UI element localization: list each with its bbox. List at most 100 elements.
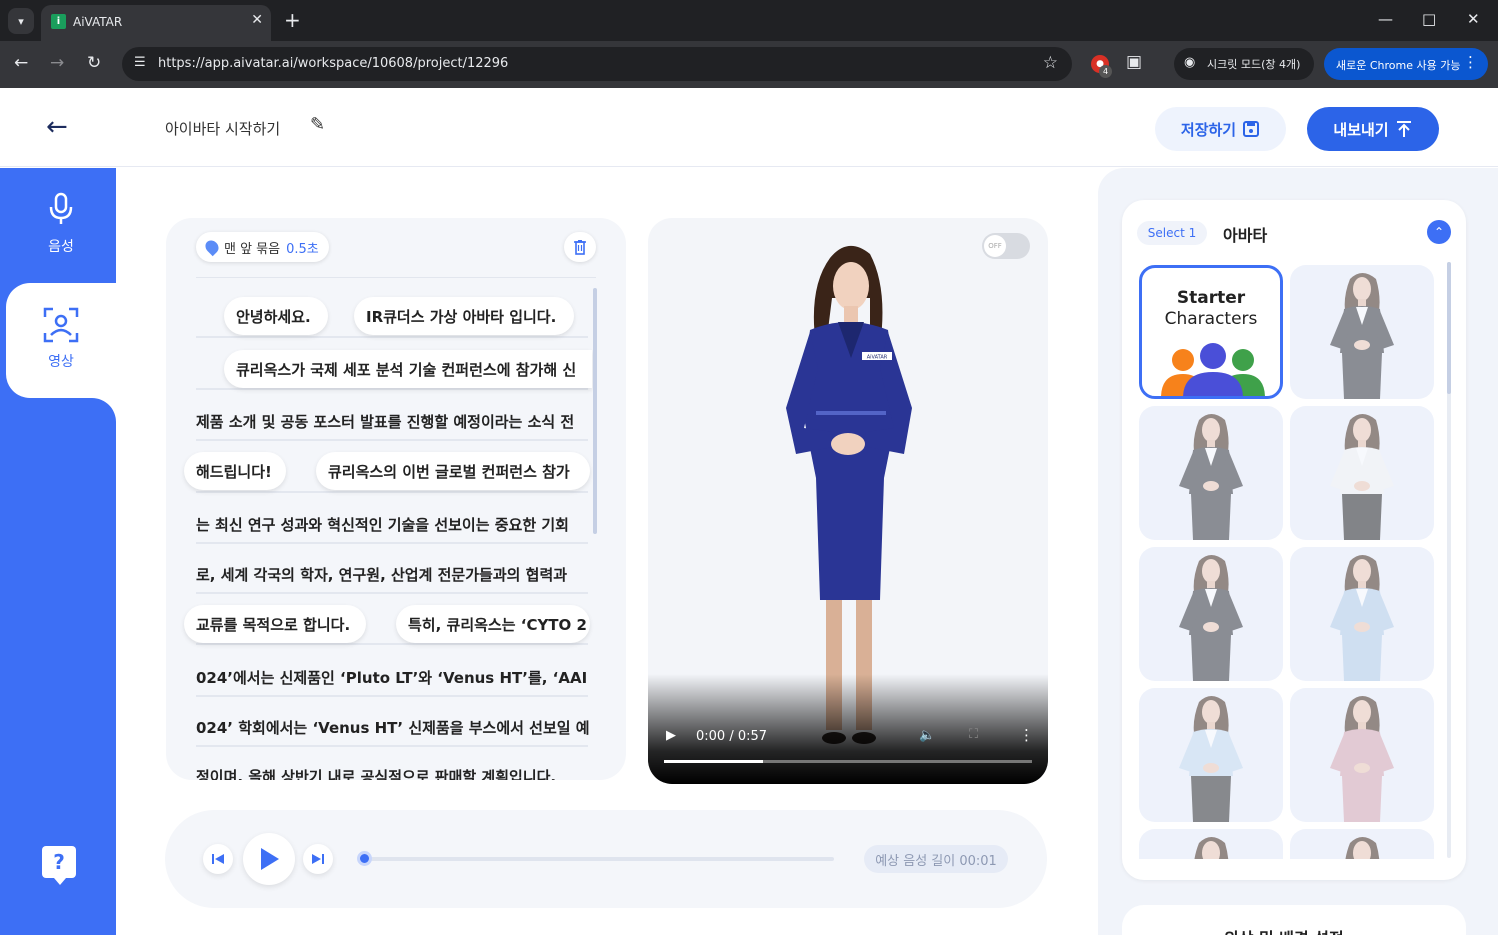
- script-sentence-text[interactable]: 는 최신 연구 성과와 혁신적인 기술을 선보이는 중요한 기회: [196, 514, 590, 535]
- avatar-option[interactable]: [1290, 547, 1434, 681]
- back-arrow-icon[interactable]: ←: [46, 112, 68, 142]
- microphone-icon: [0, 192, 122, 235]
- extension-badge: 4: [1099, 65, 1112, 78]
- estimated-duration-badge: 예상 음성 길이 00:01: [864, 845, 1008, 873]
- pause-marker-icon: [202, 237, 222, 257]
- forward-nav-icon[interactable]: →: [50, 53, 64, 73]
- skip-back-button[interactable]: [203, 844, 233, 874]
- script-sentence[interactable]: 교류를 목적으로 합니다.: [184, 605, 366, 643]
- rail-notch: [6, 398, 116, 428]
- script-sentence[interactable]: 큐리옥스의 이번 글로벌 컨퍼런스 참가: [316, 452, 590, 490]
- sidebar-item-label: 영상: [48, 354, 74, 370]
- avatar-option[interactable]: [1139, 688, 1283, 822]
- skip-back-icon: [212, 854, 224, 864]
- starter-characters-tile[interactable]: Starter Characters: [1139, 265, 1283, 399]
- avatar-figure: [1330, 273, 1394, 399]
- avatar-figure: [1179, 555, 1243, 681]
- script-sentence-text[interactable]: 정이며, 올해 상반기 내로 공식적으로 판매할 계획입니다.: [196, 766, 590, 780]
- sidebar-item-video[interactable]: 영상: [6, 283, 116, 398]
- left-sidebar: 음성 영상: [0, 168, 116, 935]
- outfit-background-card: 의상 및 배경 설정: [1122, 905, 1466, 935]
- scroll-thumb[interactable]: [1447, 262, 1451, 394]
- window-close-icon[interactable]: ✕: [1467, 10, 1480, 28]
- script-sentence-text[interactable]: 024’에서는 신제품인 ‘Pluto LT’와 ‘Venus HT’를, ‘A…: [196, 667, 590, 688]
- chevron-up-icon[interactable]: ⌃: [1427, 220, 1451, 244]
- incognito-indicator[interactable]: ◉ 시크릿 모드(창 4개): [1174, 48, 1314, 80]
- edit-pencil-icon[interactable]: ✎: [310, 114, 325, 135]
- people-group-icon: [1161, 343, 1265, 396]
- script-sentence[interactable]: 해드립니다!: [184, 452, 286, 490]
- new-tab-icon[interactable]: +: [284, 8, 301, 32]
- avatar-figure: [1179, 414, 1243, 540]
- video-time: 0:00 / 0:57: [696, 729, 768, 744]
- chrome-update-button[interactable]: 새로운 Chrome 사용 가능 ⋮: [1324, 48, 1488, 80]
- avatar-option[interactable]: [1290, 265, 1434, 399]
- trash-icon: [574, 240, 586, 255]
- browser-tab[interactable]: i AiVATAR ✕: [41, 5, 271, 41]
- tab-close-icon[interactable]: ✕: [251, 12, 263, 28]
- video-progress-fill: [664, 760, 764, 763]
- fullscreen-icon[interactable]: ⛶: [969, 727, 978, 742]
- avatar-option[interactable]: [1139, 406, 1283, 540]
- avatar-option[interactable]: [1290, 406, 1434, 540]
- aivatar-favicon-icon: i: [51, 14, 66, 29]
- video-play-icon[interactable]: ▶: [666, 728, 676, 743]
- avatar-figure: [1179, 696, 1243, 822]
- delete-trash-button[interactable]: [564, 232, 596, 262]
- video-progress-bar[interactable]: [664, 760, 1032, 763]
- script-sentence[interactable]: 안녕하세요.: [224, 297, 328, 335]
- project-title[interactable]: 아이바타 시작하기: [165, 118, 280, 139]
- floppy-icon: [1243, 121, 1260, 137]
- extensions-puzzle-icon[interactable]: ▣: [1126, 52, 1142, 72]
- video-more-icon[interactable]: ⋮: [1019, 726, 1034, 744]
- pause-label: 맨 앞 묶음: [224, 241, 281, 257]
- avatar-figure: [1330, 414, 1394, 540]
- volume-icon[interactable]: 🔈: [919, 728, 935, 743]
- video-toggle-switch[interactable]: OFF: [982, 233, 1030, 259]
- avatar-option[interactable]: [1139, 547, 1283, 681]
- script-scrollbar[interactable]: [593, 288, 597, 534]
- app-header: ← 아이바타 시작하기 ✎ 저장하기 내보내기: [0, 88, 1498, 167]
- avatar-section-title: 아바타: [1223, 226, 1268, 245]
- play-button[interactable]: [243, 833, 295, 885]
- upload-arrow-icon: [1396, 121, 1411, 137]
- avatar-option[interactable]: [1290, 829, 1434, 859]
- avatar-list-scrollbar[interactable]: [1447, 262, 1451, 858]
- reload-icon[interactable]: ↻: [87, 53, 101, 73]
- incognito-label: 시크릿 모드(창 4개): [1207, 58, 1301, 71]
- menu-dots-icon[interactable]: ⋮: [1463, 53, 1478, 71]
- save-button[interactable]: 저장하기: [1155, 107, 1286, 151]
- minimize-icon[interactable]: —: [1378, 10, 1393, 28]
- audio-progress-track[interactable]: [363, 857, 834, 861]
- back-nav-icon[interactable]: ←: [14, 53, 28, 73]
- export-label: 내보내기: [1333, 120, 1389, 139]
- script-sentence-text[interactable]: 제품 소개 및 공동 포스터 발표를 진행할 예정이라는 소식 전: [196, 411, 590, 432]
- help-icon[interactable]: ?: [42, 846, 76, 885]
- script-sentence[interactable]: 특히, 큐리옥스는 ‘CYTO 2: [396, 605, 590, 643]
- avatar-option[interactable]: [1290, 688, 1434, 822]
- script-sentence-text[interactable]: 로, 세계 각국의 학자, 연구원, 산업계 전문가들과의 협력과: [196, 564, 590, 585]
- sidebar-item-voice[interactable]: 음성: [0, 168, 116, 283]
- tab-search-icon[interactable]: ▾: [8, 8, 34, 34]
- skip-forward-button[interactable]: [303, 844, 333, 874]
- bookmark-star-icon[interactable]: ☆: [1043, 53, 1058, 73]
- address-bar[interactable]: ☰ https://app.aivatar.ai/workspace/10608…: [122, 47, 1072, 81]
- toggle-knob: OFF: [984, 235, 1006, 257]
- audio-progress-thumb[interactable]: [357, 851, 372, 866]
- avatar-option[interactable]: [1139, 829, 1283, 859]
- pause-value: 0.5초: [286, 241, 319, 257]
- site-settings-icon[interactable]: ☰: [134, 55, 146, 70]
- pause-chip[interactable]: 맨 앞 묶음 0.5초: [196, 232, 329, 262]
- incognito-icon: ◉: [1184, 55, 1196, 70]
- video-preview[interactable]: AiVATAR: [648, 218, 1048, 784]
- update-label: 새로운 Chrome 사용 가능: [1336, 59, 1461, 72]
- play-icon: [261, 848, 279, 870]
- starter-characters-label: Starter Characters: [1142, 288, 1280, 330]
- script-sentence[interactable]: 큐리옥스가 국제 세포 분석 기술 컨퍼런스에 참가해 신: [224, 350, 592, 388]
- user-scan-icon: [6, 307, 116, 352]
- script-sentence[interactable]: IR큐더스 가상 아바타 입니다.: [354, 297, 574, 335]
- sidebar-item-label: 음성: [48, 239, 74, 255]
- export-button[interactable]: 내보내기: [1307, 107, 1439, 151]
- maximize-icon[interactable]: □: [1422, 10, 1436, 28]
- script-sentence-text[interactable]: 024’ 학회에서는 ‘Venus HT’ 신제품을 부스에서 선보일 예: [196, 717, 590, 738]
